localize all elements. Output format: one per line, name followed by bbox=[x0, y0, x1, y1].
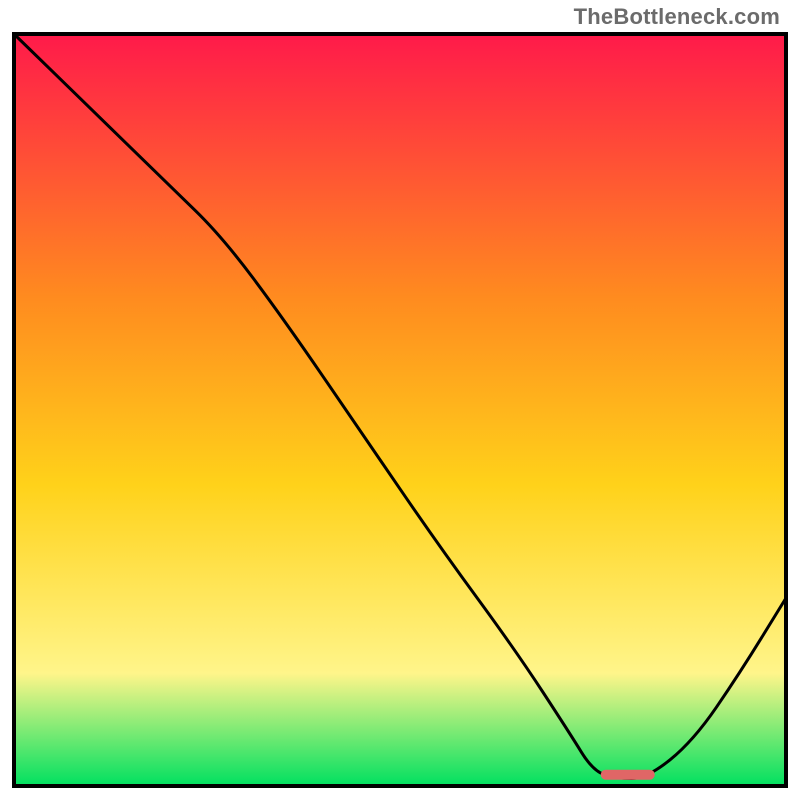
chart-svg bbox=[10, 30, 790, 790]
chart-container: { "watermark": "TheBottleneck.com", "col… bbox=[0, 0, 800, 800]
plot-area bbox=[10, 30, 790, 790]
watermark-text: TheBottleneck.com bbox=[574, 4, 780, 30]
optimal-range-marker bbox=[601, 770, 655, 780]
